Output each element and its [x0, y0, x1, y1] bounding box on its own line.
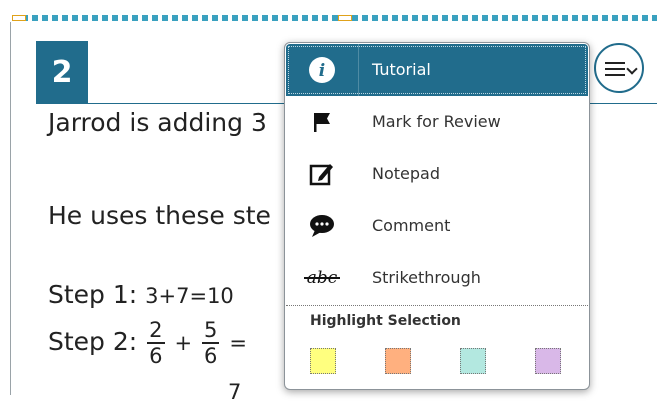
fraction-numerator: 5 [202, 318, 220, 344]
flag-icon [286, 96, 358, 148]
fraction-denominator: 6 [149, 344, 163, 368]
step-1-math: 3+7=10 [145, 284, 234, 308]
fraction-denominator: 6 [204, 344, 218, 368]
highlight-divider [286, 305, 588, 307]
question-number: 2 [36, 41, 88, 104]
content-border [10, 22, 11, 395]
progress-marker-start [12, 15, 26, 21]
step-2-fraction-1: 2 6 [147, 318, 165, 368]
top-progress-strip [0, 0, 657, 22]
step-2-label: Step 2: [48, 327, 138, 356]
context-menu-button[interactable] [594, 43, 644, 93]
fraction-numerator: 2 [147, 318, 165, 344]
menu-item-label: Notepad [372, 164, 440, 183]
question-text-line2: He uses these ste [48, 201, 271, 230]
progress-marker-current [338, 15, 352, 21]
comment-icon [286, 200, 358, 252]
menu-item-notepad[interactable]: Notepad [286, 148, 588, 200]
svg-text:i: i [319, 61, 325, 81]
step-1-label: Step 1: [48, 280, 138, 309]
hamburger-icon [605, 62, 625, 76]
progress-dashes [12, 15, 657, 21]
menu-item-tutorial[interactable]: i Tutorial [286, 44, 588, 96]
highlight-selection-title: Highlight Selection [310, 313, 461, 329]
notepad-icon [286, 148, 358, 200]
menu-item-mark-for-review[interactable]: Mark for Review [286, 96, 588, 148]
highlight-orange-swatch[interactable] [385, 348, 411, 374]
menu-item-comment[interactable]: Comment [286, 200, 588, 252]
menu-item-label: Mark for Review [372, 112, 501, 131]
menu-item-label: Strikethrough [372, 268, 481, 287]
step-2-equals: = [229, 331, 247, 355]
step-1: Step 1: 3+7=10 [48, 280, 234, 309]
question-text-line1: Jarrod is adding 3 [48, 108, 267, 137]
info-icon: i [286, 44, 358, 96]
step-3-partial: 7 [228, 380, 242, 404]
menu-item-divider [358, 44, 359, 96]
strikethrough-icon: abc [286, 252, 358, 304]
context-menu: i Tutorial Mark for Review Notepad Comme… [284, 42, 590, 390]
step-2-plus: + [174, 331, 193, 355]
menu-item-label: Comment [372, 216, 451, 235]
menu-item-label: Tutorial [372, 60, 431, 79]
step-2: Step 2: 2 6 + 5 6 = [48, 318, 247, 368]
menu-item-strikethrough[interactable]: abc Strikethrough [286, 252, 588, 304]
highlight-purple-swatch[interactable] [535, 348, 561, 374]
chevron-down-icon [626, 63, 638, 75]
highlight-yellow-swatch[interactable] [310, 348, 336, 374]
highlight-teal-swatch[interactable] [460, 348, 486, 374]
step-2-fraction-2: 5 6 [202, 318, 220, 368]
